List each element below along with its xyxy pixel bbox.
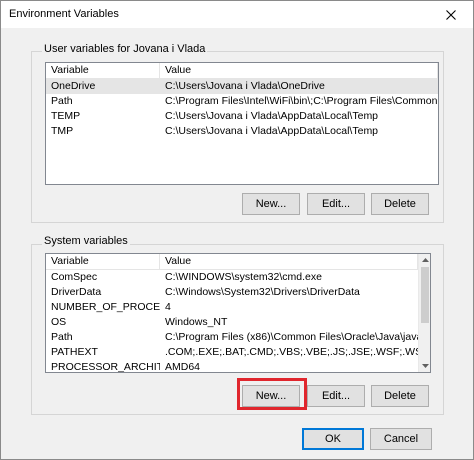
variable-name: Path	[51, 331, 73, 343]
user-new-button[interactable]: New...	[242, 193, 300, 215]
list-row[interactable]: Path C:\Program Files (x86)\Common Files\…	[46, 330, 418, 345]
variable-value: C:\WINDOWS\system32\cmd.exe	[165, 271, 322, 283]
variable-name: TMP	[51, 125, 74, 137]
close-icon	[446, 9, 456, 20]
new-button-highlight	[237, 378, 307, 410]
cancel-button[interactable]: Cancel	[370, 428, 432, 450]
window-title: Environment Variables	[9, 8, 119, 20]
scrollbar-thumb[interactable]	[421, 267, 429, 323]
list-row[interactable]: OS Windows_NT	[46, 315, 418, 330]
list-row[interactable]: PATHEXT .COM;.EXE;.BAT;.CMD;.VBS;.VBE;.JS…	[46, 345, 418, 360]
variable-value: C:\Program Files (x86)\Common Files\Orac…	[165, 331, 418, 343]
variable-value: C:\Users\Jovana i Vlada\AppData\Local\Te…	[165, 110, 379, 122]
system-delete-button[interactable]: Delete	[371, 385, 429, 407]
variable-name: TEMP	[51, 110, 81, 122]
list-row[interactable]: ComSpec C:\WINDOWS\system32\cmd.exe	[46, 270, 418, 285]
variable-name: OneDrive	[51, 80, 96, 92]
variable-value: 4	[165, 301, 171, 313]
list-header: Variable Value	[46, 254, 418, 270]
user-variables-list[interactable]: Variable Value OneDrive C:\Users\Jovana i…	[45, 62, 439, 185]
variable-name: PROCESSOR_ARCHITECTU...	[51, 361, 160, 373]
title-bar: Environment Variables	[1, 1, 473, 28]
list-row[interactable]: DriverData C:\Windows\System32\Drivers\Dr…	[46, 285, 418, 300]
list-row[interactable]: PROCESSOR_ARCHITECTU... AMD64	[46, 360, 418, 373]
column-header-variable[interactable]: Variable	[46, 254, 160, 270]
variable-name: ComSpec	[51, 271, 98, 283]
column-header-variable[interactable]: Variable	[46, 63, 160, 79]
column-header-value[interactable]: Value	[160, 254, 418, 270]
variable-value: .COM;.EXE;.BAT;.CMD;.VBS;.VBE;.JS;.JSE;.…	[165, 346, 418, 358]
variable-name: OS	[51, 316, 67, 328]
variable-value: Windows_NT	[165, 316, 228, 328]
list-row[interactable]: OneDrive C:\Users\Jovana i Vlada\OneDrive	[46, 79, 438, 94]
system-variables-label: System variables	[42, 235, 130, 247]
list-header: Variable Value	[46, 63, 438, 79]
ok-button[interactable]: OK	[302, 428, 364, 450]
variable-name: NUMBER_OF_PROCESSORS	[51, 301, 160, 313]
variable-value: C:\Program Files\Intel\WiFi\bin\;C:\Prog…	[165, 95, 438, 107]
variable-name: DriverData	[51, 286, 102, 298]
close-button[interactable]	[429, 1, 473, 28]
variable-value: AMD64	[165, 361, 201, 373]
environment-variables-dialog: Environment Variables User variables for…	[0, 0, 474, 460]
variable-value: C:\Users\Jovana i Vlada\OneDrive	[165, 80, 325, 92]
list-row[interactable]: NUMBER_OF_PROCESSORS 4	[46, 300, 418, 315]
user-edit-button[interactable]: Edit...	[307, 193, 365, 215]
variable-value: C:\Users\Jovana i Vlada\AppData\Local\Te…	[165, 125, 379, 137]
user-variables-label: User variables for Jovana i Vlada	[42, 43, 208, 55]
variable-name: PATHEXT	[51, 346, 98, 358]
variable-value: C:\Windows\System32\Drivers\DriverData	[165, 286, 360, 298]
column-header-value[interactable]: Value	[160, 63, 438, 79]
variable-name: Path	[51, 95, 73, 107]
user-variables-rows: OneDrive C:\Users\Jovana i Vlada\OneDrive…	[46, 79, 438, 139]
system-edit-button[interactable]: Edit...	[307, 385, 365, 407]
scroll-up-arrow-icon[interactable]	[419, 254, 430, 266]
list-row[interactable]: Path C:\Program Files\Intel\WiFi\bin\;C:\…	[46, 94, 438, 109]
system-variables-scrollbar[interactable]	[418, 254, 430, 372]
scroll-down-arrow-icon[interactable]	[419, 360, 430, 372]
list-row[interactable]: TMP C:\Users\Jovana i Vlada\AppData\Local…	[46, 124, 438, 139]
list-row[interactable]: TEMP C:\Users\Jovana i Vlada\AppData\Loca…	[46, 109, 438, 124]
user-delete-button[interactable]: Delete	[371, 193, 429, 215]
system-variables-list[interactable]: Variable Value ComSpec C:\WINDOWS\system3…	[45, 253, 431, 373]
system-variables-rows: ComSpec C:\WINDOWS\system32\cmd.exe Driver…	[46, 270, 418, 373]
